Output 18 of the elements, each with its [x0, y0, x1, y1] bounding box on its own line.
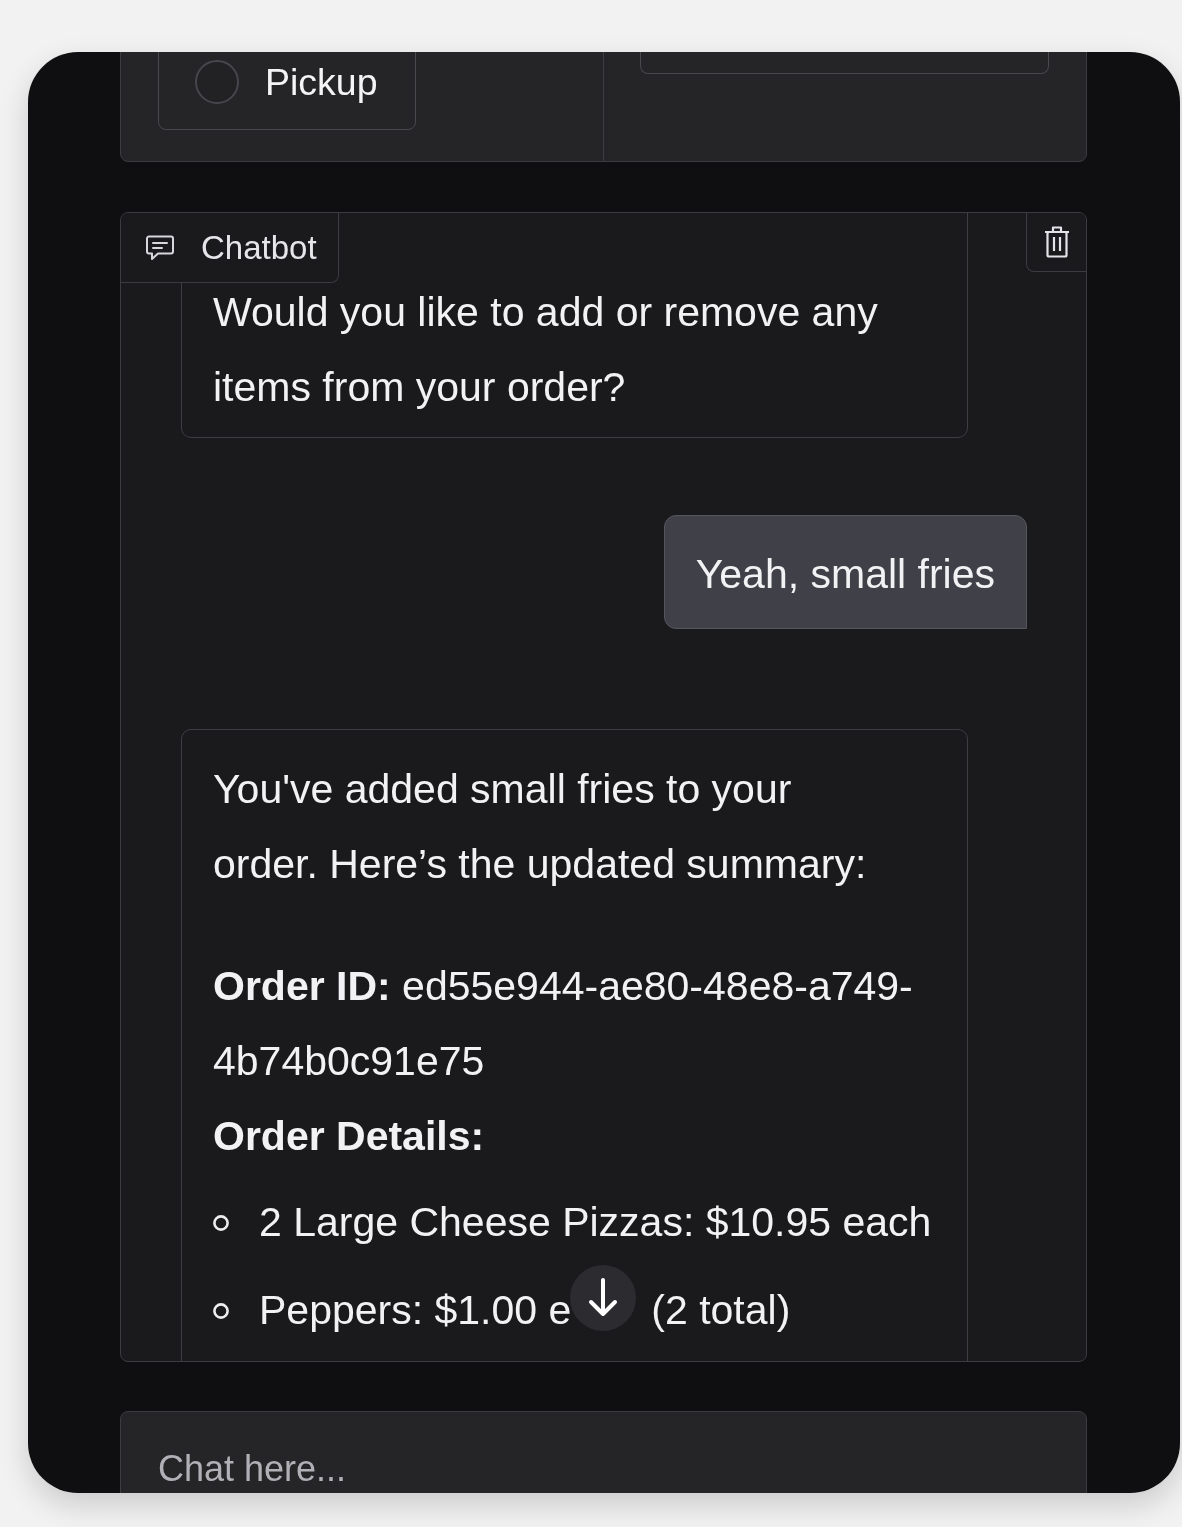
bullet-icon [213, 1302, 229, 1319]
list-item-text: 2 Large Cheese Pizzas: $10.95 each [259, 1198, 932, 1247]
list-item-text: (2 total) [651, 1286, 791, 1335]
chatbot-title: Chatbot [201, 228, 317, 267]
bullet-icon [213, 1214, 229, 1231]
trash-icon [1043, 226, 1070, 258]
message-heading: Order Details: [213, 1112, 486, 1161]
chat-icon [146, 234, 174, 261]
list-item-text: Peppers: $1.00 e [259, 1286, 572, 1335]
radio-button[interactable] [195, 60, 239, 104]
message-text: You've added small fries to your order. Here’s the updated summary: [213, 765, 868, 889]
arrow-down-icon [588, 1278, 618, 1318]
message-text: Would you like to add or remove any items from your order? [213, 288, 879, 412]
chat-input[interactable]: Chat here... [120, 1411, 1087, 1493]
message-text: Yeah, small fries [695, 550, 995, 599]
message-line: Order ID: ed55e944-ae80-48e8-a749-4b74b0c91e75 [213, 962, 914, 1086]
radio-option[interactable]: Pickup [158, 52, 416, 130]
clear-button[interactable] [1026, 213, 1086, 272]
